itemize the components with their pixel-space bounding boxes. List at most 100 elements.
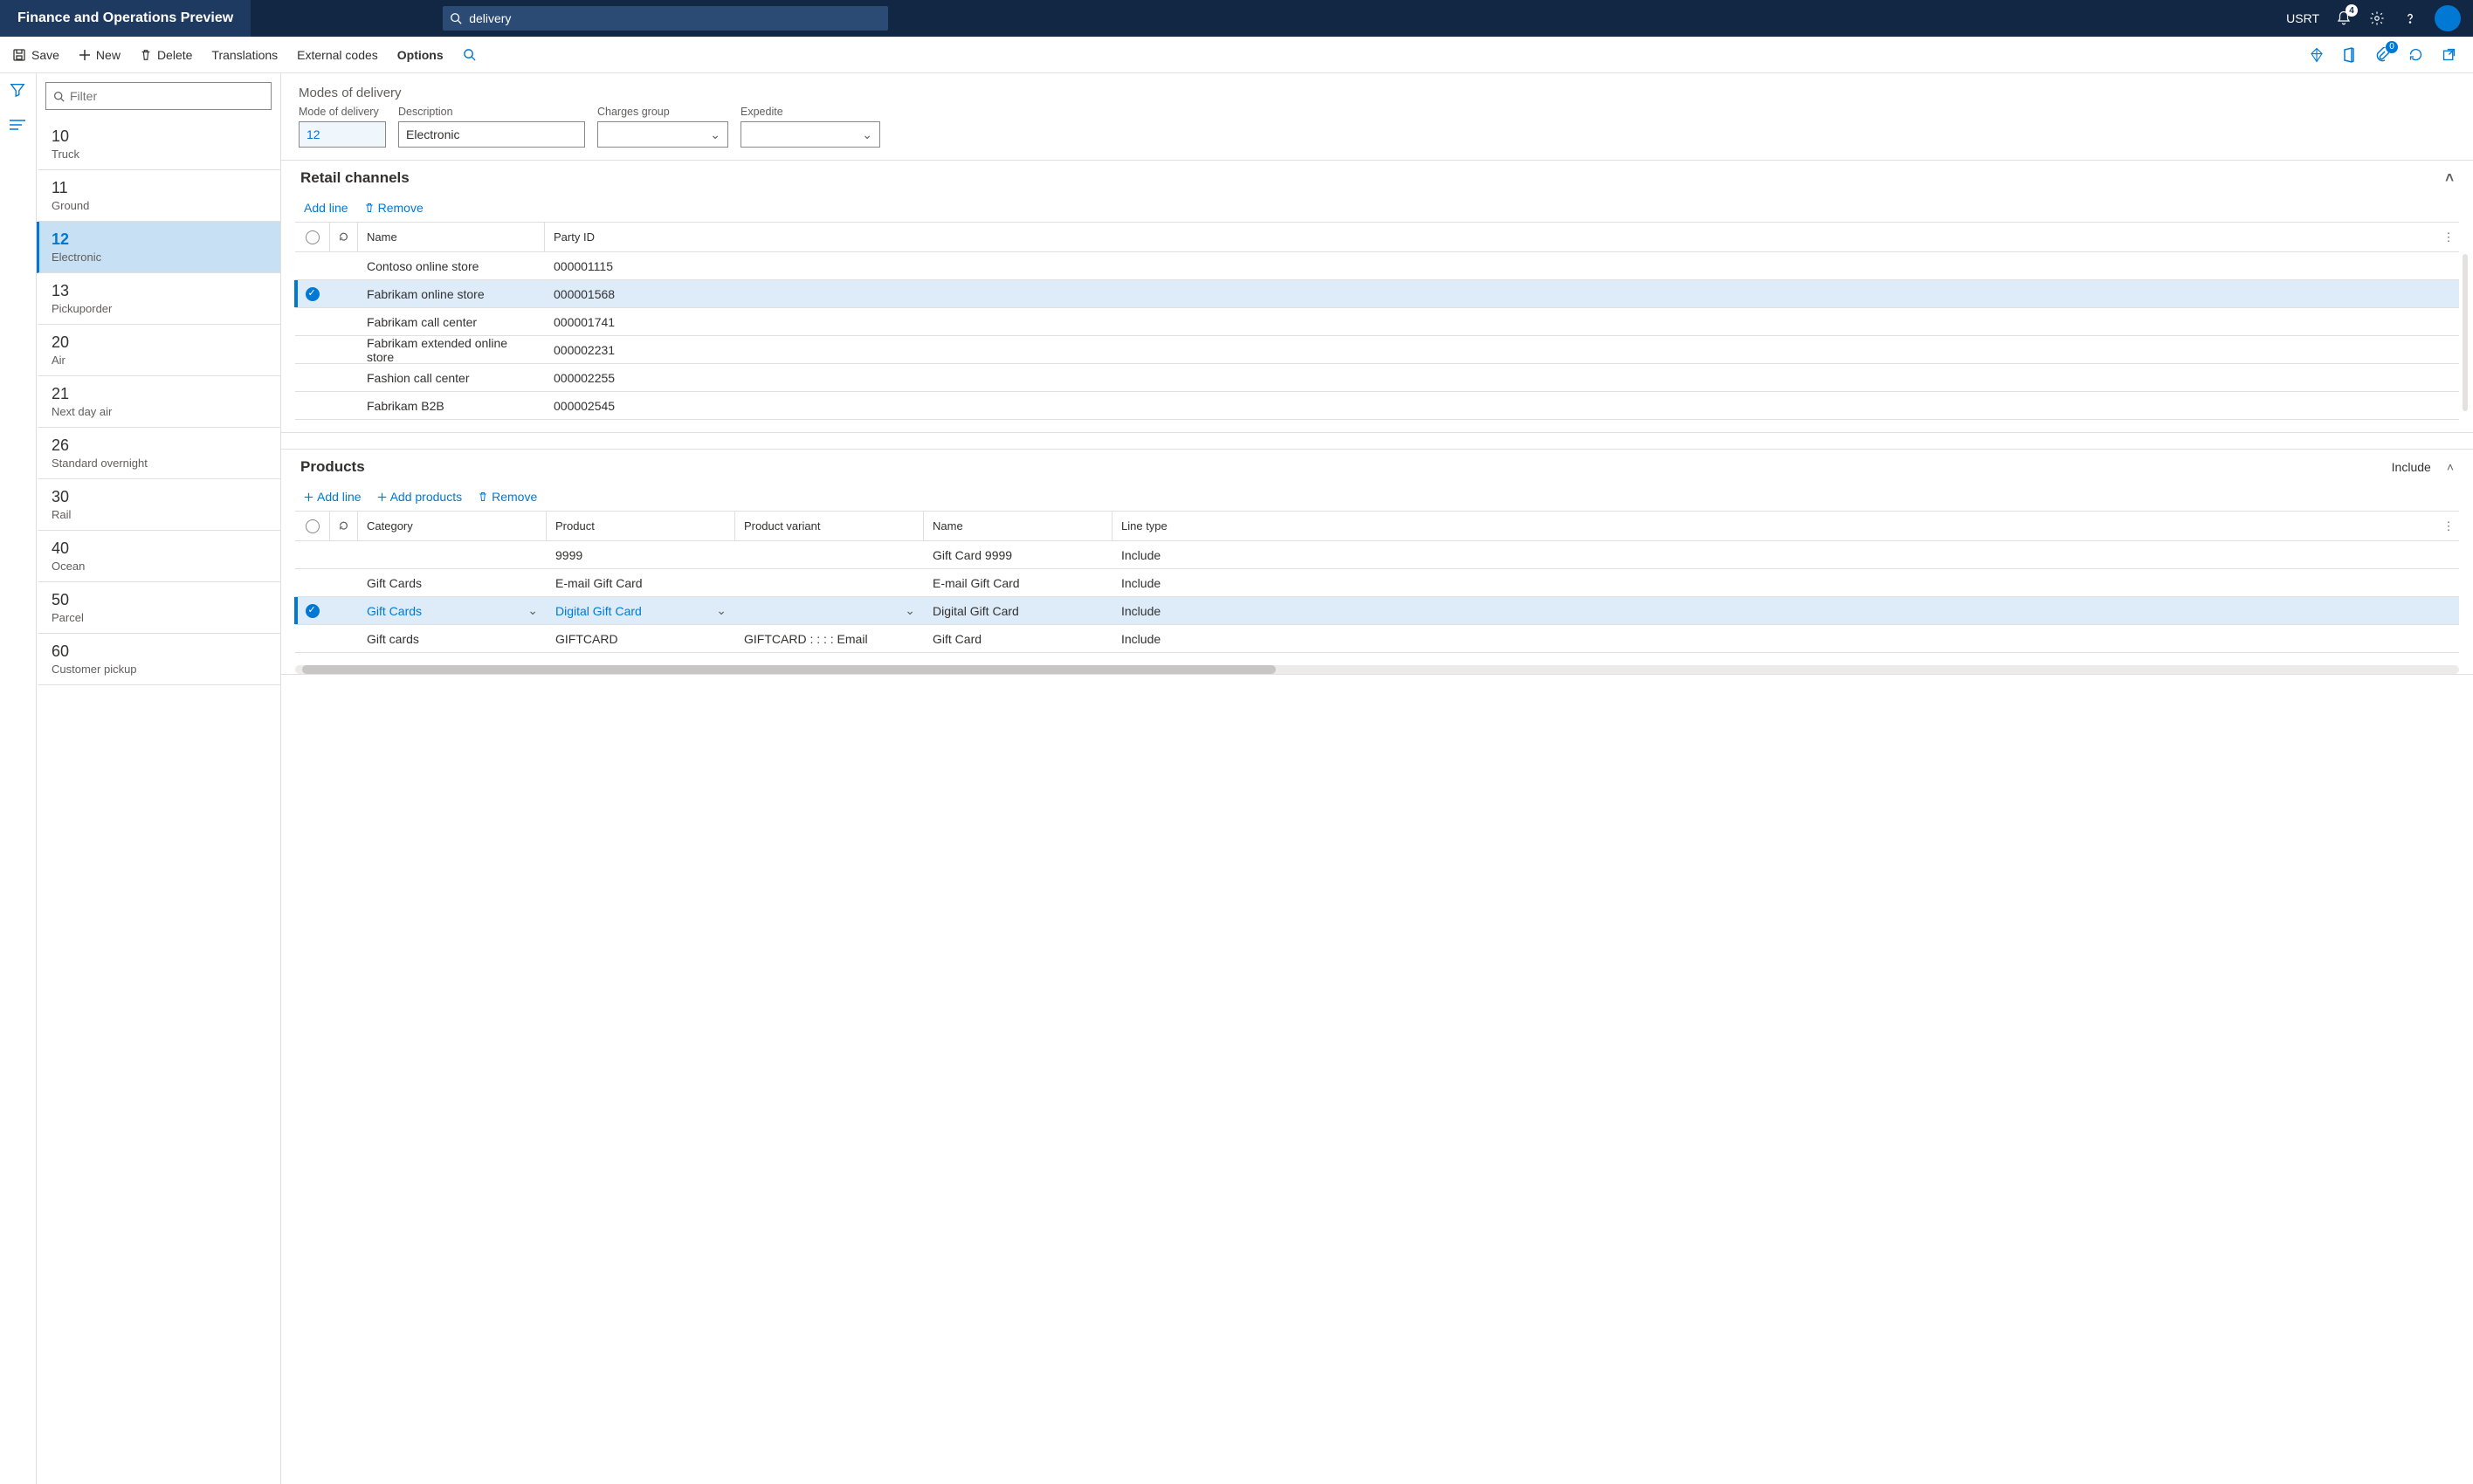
refresh-col-icon[interactable]: [330, 512, 358, 540]
chevron-down-icon[interactable]: ⌄: [527, 603, 538, 618]
product-linetype-cell[interactable]: Include: [1113, 541, 1182, 568]
include-label[interactable]: Include: [2392, 460, 2431, 474]
products-add-line[interactable]: Add line: [304, 490, 362, 504]
funnel-icon[interactable]: [10, 82, 27, 100]
product-name-cell[interactable]: Gift Card: [924, 625, 1113, 652]
mode-list-item[interactable]: 50Parcel: [37, 582, 280, 634]
collapse-icon[interactable]: ˄: [2447, 460, 2454, 474]
list-filter-input[interactable]: [70, 89, 264, 103]
product-row[interactable]: 9999 Gift Card 9999 Include: [295, 541, 2459, 569]
list-filter[interactable]: [45, 82, 272, 110]
retail-party-cell[interactable]: 000002545: [545, 392, 732, 419]
chevron-down-icon[interactable]: ⌄: [716, 603, 727, 618]
product-row[interactable]: Gift Cards E-mail Gift Card E-mail Gift …: [295, 569, 2459, 597]
retail-row[interactable]: Contoso online store 000001115: [295, 252, 2459, 280]
global-search-input[interactable]: [469, 11, 881, 25]
product-variant-cell[interactable]: GIFTCARD : : : : Email: [735, 625, 924, 652]
charges-select[interactable]: ⌄: [597, 121, 728, 148]
new-button[interactable]: New: [79, 48, 121, 62]
chevron-down-icon[interactable]: ⌄: [905, 603, 915, 618]
retail-add-line[interactable]: Add line: [304, 201, 348, 215]
product-variant-cell[interactable]: [735, 569, 924, 596]
mode-list-item[interactable]: 40Ocean: [37, 531, 280, 582]
attachments-icon[interactable]: 0: [2375, 47, 2391, 63]
product-name-cell[interactable]: Digital Gift Card: [924, 597, 1113, 624]
actionbar-search-button[interactable]: [463, 48, 476, 61]
product-linetype-cell[interactable]: Include: [1113, 569, 1182, 596]
popout-icon[interactable]: [2442, 47, 2457, 63]
diamond-icon[interactable]: [2309, 47, 2325, 63]
product-row[interactable]: Gift cards GIFTCARD GIFTCARD : : : : Ema…: [295, 625, 2459, 653]
product-name-cell[interactable]: E-mail Gift Card: [924, 569, 1113, 596]
retail-row[interactable]: Fabrikam online store 000001568: [295, 280, 2459, 308]
delete-button[interactable]: Delete: [140, 48, 192, 62]
retail-row[interactable]: Fabrikam call center 000001741: [295, 308, 2459, 336]
products-add-products[interactable]: Add products: [377, 490, 463, 504]
translations-button[interactable]: Translations: [211, 48, 278, 62]
retail-name-cell[interactable]: Contoso online store: [358, 252, 545, 279]
retail-col-name[interactable]: Name: [358, 223, 545, 251]
office-icon[interactable]: [2342, 47, 2358, 63]
external-codes-button[interactable]: External codes: [297, 48, 378, 62]
lines-icon[interactable]: [10, 119, 27, 136]
products-col-variant[interactable]: Product variant: [735, 512, 924, 540]
product-product-cell[interactable]: Digital Gift Card⌄: [547, 597, 735, 624]
retail-name-cell[interactable]: Fabrikam B2B: [358, 392, 545, 419]
products-col-linetype[interactable]: Line type: [1113, 512, 1182, 540]
products-col-category[interactable]: Category: [358, 512, 547, 540]
products-col-product[interactable]: Product: [547, 512, 735, 540]
products-col-name[interactable]: Name: [924, 512, 1113, 540]
product-category-cell[interactable]: [358, 541, 547, 568]
retail-party-cell[interactable]: 000001568: [545, 280, 732, 307]
global-search[interactable]: [443, 6, 888, 31]
refresh-icon[interactable]: [2408, 47, 2424, 63]
grid-options-icon[interactable]: ⋮: [2438, 519, 2459, 533]
desc-input[interactable]: Electronic: [398, 121, 585, 148]
help-icon[interactable]: [2401, 10, 2419, 27]
product-product-cell[interactable]: 9999: [547, 541, 735, 568]
mode-list-item[interactable]: 21Next day air: [37, 376, 280, 428]
product-name-cell[interactable]: Gift Card 9999: [924, 541, 1113, 568]
product-linetype-cell[interactable]: Include: [1113, 597, 1182, 624]
retail-name-cell[interactable]: Fabrikam online store: [358, 280, 545, 307]
product-product-cell[interactable]: GIFTCARD: [547, 625, 735, 652]
product-variant-cell[interactable]: ⌄: [735, 597, 924, 624]
product-category-cell[interactable]: Gift Cards⌄: [358, 597, 547, 624]
mode-input[interactable]: 12: [299, 121, 386, 148]
retail-col-party[interactable]: Party ID: [545, 223, 732, 251]
retail-row[interactable]: Fabrikam B2B 000002545: [295, 392, 2459, 420]
mode-list-item[interactable]: 20Air: [37, 325, 280, 376]
retail-party-cell[interactable]: 000002231: [545, 336, 732, 363]
product-row[interactable]: Gift Cards⌄ Digital Gift Card⌄ ⌄ Digital…: [295, 597, 2459, 625]
product-category-cell[interactable]: Gift Cards: [358, 569, 547, 596]
refresh-col-icon[interactable]: [330, 223, 358, 251]
product-category-cell[interactable]: Gift cards: [358, 625, 547, 652]
product-product-cell[interactable]: E-mail Gift Card: [547, 569, 735, 596]
save-button[interactable]: Save: [12, 48, 59, 62]
product-linetype-cell[interactable]: Include: [1113, 625, 1182, 652]
retail-party-cell[interactable]: 000001115: [545, 252, 732, 279]
retail-remove[interactable]: Remove: [364, 201, 424, 215]
select-all[interactable]: [295, 223, 330, 251]
grid-options-icon[interactable]: ⋮: [2438, 230, 2459, 244]
products-remove[interactable]: Remove: [478, 490, 537, 504]
bell-icon[interactable]: 4: [2335, 10, 2352, 27]
gear-icon[interactable]: [2368, 10, 2386, 27]
product-variant-cell[interactable]: [735, 541, 924, 568]
select-all[interactable]: [295, 512, 330, 540]
retail-party-cell[interactable]: 000002255: [545, 364, 732, 391]
retail-row[interactable]: Fashion call center 000002255: [295, 364, 2459, 392]
retail-name-cell[interactable]: Fashion call center: [358, 364, 545, 391]
mode-list-item[interactable]: 30Rail: [37, 479, 280, 531]
mode-list-item[interactable]: 13Pickuporder: [37, 273, 280, 325]
expedite-select[interactable]: ⌄: [741, 121, 880, 148]
row-selected-icon[interactable]: [306, 287, 320, 301]
mode-list-item[interactable]: 12Electronic: [37, 222, 280, 273]
mode-list-item[interactable]: 10Truck: [37, 119, 280, 170]
row-selected-icon[interactable]: [306, 604, 320, 618]
mode-list-item[interactable]: 11Ground: [37, 170, 280, 222]
company-code[interactable]: USRT: [2286, 11, 2319, 25]
mode-list-item[interactable]: 26Standard overnight: [37, 428, 280, 479]
avatar[interactable]: [2435, 5, 2461, 31]
mode-list-item[interactable]: 60Customer pickup: [37, 634, 280, 685]
